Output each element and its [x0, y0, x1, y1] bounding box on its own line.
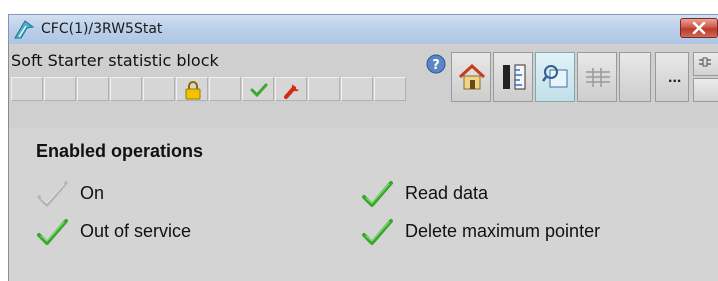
status-cell [110, 77, 142, 101]
status-cell [341, 77, 373, 101]
scale-button[interactable] [493, 52, 533, 102]
svg-text:?: ? [432, 58, 440, 73]
small-tool-button[interactable] [693, 78, 718, 102]
status-cell-lock[interactable] [176, 77, 208, 101]
close-button[interactable] [680, 18, 718, 38]
status-cell [77, 77, 109, 101]
help-icon: ? [426, 54, 446, 78]
status-cell-maintenance[interactable] [275, 77, 307, 101]
home-button[interactable] [451, 52, 491, 102]
status-cell-enabled[interactable] [242, 77, 274, 101]
operation-label: Delete maximum pointer [405, 221, 601, 241]
block-title: Soft Starter statistic block [11, 51, 219, 70]
window-titlebar: CFC(1)/3RW5Stat [8, 14, 718, 44]
enabled-operations-heading: Enabled operations [36, 141, 204, 161]
more-button[interactable]: ... [655, 52, 689, 102]
status-cell [11, 77, 43, 101]
status-cell [143, 77, 175, 101]
block-connect-button[interactable] [693, 52, 718, 76]
status-strip [11, 77, 407, 101]
more-label: ... [668, 69, 682, 86]
status-cell [308, 77, 340, 101]
network-button[interactable] [577, 52, 617, 102]
status-cell [44, 77, 76, 101]
help-button[interactable]: ? [426, 54, 446, 74]
status-cell [374, 77, 406, 101]
empty-tool-button[interactable] [619, 52, 651, 102]
operation-label: Out of service [80, 221, 192, 241]
block-editor-icon [13, 18, 35, 40]
enabled-operations-panel: Enabled operations On Read data Out of s… [9, 128, 718, 281]
window-title: CFC(1)/3RW5Stat [41, 21, 163, 37]
block-header: Soft Starter statistic block ? ... [9, 44, 718, 122]
operation-label: On [80, 183, 105, 203]
faceplate-zoom-button[interactable] [535, 52, 575, 102]
operation-label: Read data [405, 183, 489, 203]
status-cell [209, 77, 241, 101]
faceplate-block: Soft Starter statistic block ? ... Enabl… [8, 44, 718, 281]
